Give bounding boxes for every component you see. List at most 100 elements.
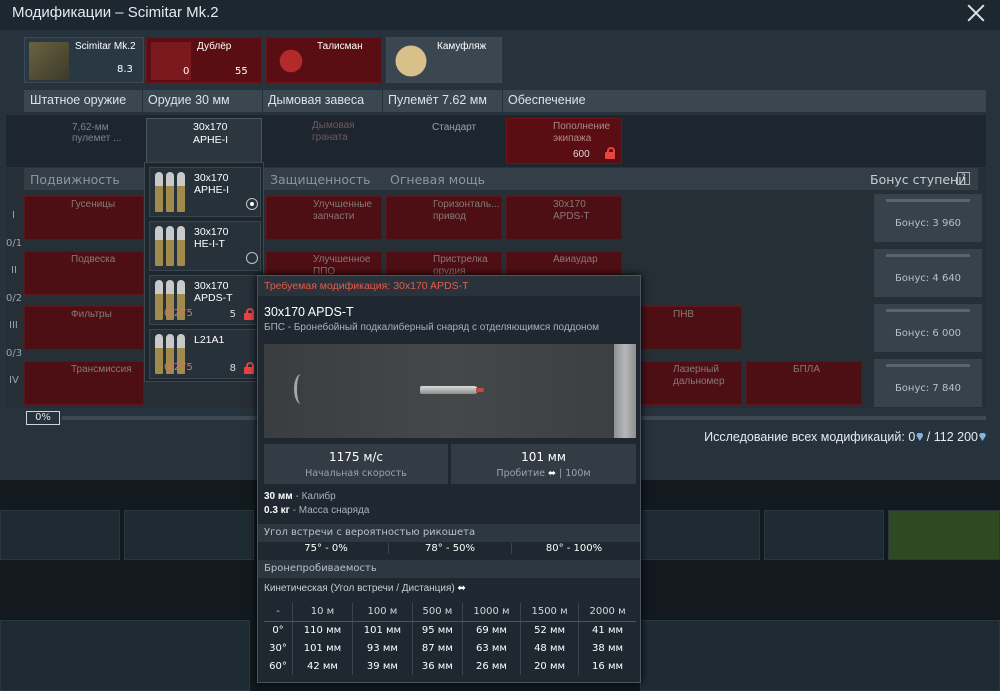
shell-round-icon [177, 172, 185, 212]
shell-option-apds[interactable]: 30x170 APDS-T 0/275 5 [149, 275, 261, 325]
camo-card[interactable]: Камуфляж [386, 37, 502, 83]
backup-count: 0 [183, 66, 190, 77]
mod-filters[interactable]: Фильтры [24, 306, 144, 350]
gun-slot[interactable]: 30x170 APHE-I [146, 118, 262, 164]
penetration-range: | 100м [559, 468, 591, 479]
bonus-text: Бонус: 6 000 [894, 328, 962, 339]
talisman-label: Талисман [317, 41, 363, 52]
bg-card [640, 510, 760, 560]
tab-support[interactable]: Обеспечение [508, 93, 586, 107]
backup-card[interactable]: Дублёр 0 55 [146, 37, 262, 83]
table-row: 0° 110 мм 101 мм 95 мм 69 мм 52 мм 41 мм [264, 621, 636, 639]
close-icon[interactable] [966, 3, 986, 23]
mod-spare-parts[interactable]: Улучшенные запчасти [266, 196, 382, 240]
lock-icon [244, 362, 254, 374]
mg-slot[interactable]: 7,62-мм пулемет ... [26, 118, 140, 164]
shell-l2: APHE-I [194, 184, 230, 196]
shell-l1: 30x170 [194, 226, 229, 238]
table-cell: 69 мм [462, 621, 522, 639]
tier-bonus: Бонус: 6 000 [874, 304, 982, 352]
crew-slot[interactable]: Пополнение экипажа 600 [506, 118, 622, 164]
talisman-icon [271, 42, 311, 80]
mod-nvd[interactable]: ПНВ [626, 306, 742, 350]
shell-icon [154, 226, 188, 266]
table-header-cell: 10 м [292, 603, 353, 622]
smoke-l1: Дымовая [312, 120, 355, 131]
ricochet-cell: 80° - 100% [545, 543, 603, 554]
shell-option-aphe[interactable]: 30x170 APHE-I [149, 167, 261, 217]
radio-icon[interactable] [246, 252, 258, 264]
vehicle-name: Scimitar Mk.2 [75, 41, 136, 52]
mod-suspension[interactable]: Подвеска [24, 251, 144, 295]
vehicle-br: 8.3 [117, 64, 133, 75]
ricochet-cell: 75° - 0% [304, 543, 348, 554]
tier-bonus: Бонус: 4 640 [874, 249, 982, 297]
smoke-slot[interactable]: Дымовая граната [266, 118, 382, 164]
table-cell: 87 мм [412, 639, 463, 657]
gun-shell-l2: APHE-I [193, 134, 229, 146]
shell-option-he[interactable]: 30x170 HE-I-T [149, 221, 261, 271]
mod-label: Фильтры [71, 309, 112, 320]
table-cell: 101 мм [292, 639, 353, 657]
mg-label: 7,62-мм пулемет ... [72, 122, 122, 144]
shell-round-icon [155, 280, 163, 320]
tab-default-weapon[interactable]: Штатное оружие [30, 93, 126, 107]
vehicle-card[interactable]: Scimitar Mk.2 8.3 [24, 37, 144, 83]
tab-gun-30mm[interactable]: Орудие 30 мм [148, 93, 230, 107]
cat-mobility: Подвижность [30, 172, 120, 187]
caliber-value: 30 мм [264, 491, 293, 502]
table-header-cell: 100 м [352, 603, 413, 622]
backup-cost: 55 [235, 66, 248, 77]
mg-belt-slot[interactable]: Стандарт [386, 118, 502, 164]
shell-tooltip: Требуемая модификация: 30x170 APDS-T 30x… [257, 275, 641, 683]
table-cell: 38 мм [592, 642, 624, 654]
mod-transmission[interactable]: Трансмиссия [24, 361, 144, 405]
radio-selected-icon[interactable] [246, 198, 258, 210]
shell-round-icon [177, 226, 185, 266]
shell-l1: L21A1 [194, 334, 225, 346]
tier-label: II [11, 265, 17, 276]
help-icon[interactable]: ? [957, 172, 970, 185]
bg-card [0, 620, 250, 691]
shell-l2: APDS-T [194, 292, 233, 304]
mod-rangefinder[interactable]: Лазерный дальномер [626, 361, 742, 405]
tier-progress: 0/2 [6, 293, 23, 304]
penetration-title: Бронепробиваемость [258, 560, 640, 578]
mod-label: Улучшенное [313, 254, 371, 265]
cat-firepower: Огневая мощь [390, 172, 486, 187]
table-header-cell: 500 м [412, 603, 463, 622]
camo-icon [391, 42, 431, 80]
mod-uav[interactable]: БПЛА [746, 361, 862, 405]
table-cell: 20 мм [520, 657, 580, 675]
sabot-icon [294, 374, 308, 404]
tier-bonus: Бонус: 7 840 [874, 359, 982, 407]
tab-mg[interactable]: Пулемёт 7.62 мм [388, 93, 487, 107]
research-icon [979, 433, 986, 441]
table-cell: 48 мм [520, 639, 580, 657]
penetration-label: Пробитие [496, 468, 545, 479]
lock-icon [244, 308, 254, 320]
table-cell: 95 мм [412, 621, 463, 639]
shell-round-icon [166, 172, 174, 212]
shell-option-l21a1[interactable]: L21A1 0/275 8 [149, 329, 261, 379]
title-bar: Модификации – Scimitar Mk.2 [0, 0, 1000, 30]
tank-icon [29, 42, 69, 80]
table-cell: 0° [264, 621, 293, 639]
table-cell: 110 мм [292, 621, 353, 639]
mod-horizontal-drive[interactable]: Горизонталь... привод [386, 196, 502, 240]
shell-description: БПС - Бронебойный подкалиберный снаряд с… [264, 322, 600, 333]
bg-card [888, 510, 1000, 560]
mod-apds[interactable]: 30x170 APDS-T [506, 196, 622, 240]
table-cell: 16 мм [592, 660, 624, 672]
mod-label: 30x170 [553, 199, 586, 210]
tab-smoke[interactable]: Дымовая завеса [268, 93, 364, 107]
weapon-tabs: Штатное оружие Орудие 30 мм Дымовая заве… [24, 90, 986, 112]
talisman-card[interactable]: Талисман [266, 37, 382, 83]
bonus-text: Бонус: 3 960 [894, 218, 962, 229]
penetration-subtitle: Кинетическая (Угол встречи / Дистанция) [264, 583, 455, 594]
table-header: -10 м 100 м 500 м 1000 м 1500 м 2000 м [264, 603, 636, 622]
mod-label: Авиаудар [553, 254, 598, 265]
table-cell: 26 мм [462, 657, 522, 675]
mod-tracks[interactable]: Гусеницы [24, 196, 144, 240]
shell-round-icon [155, 172, 163, 212]
